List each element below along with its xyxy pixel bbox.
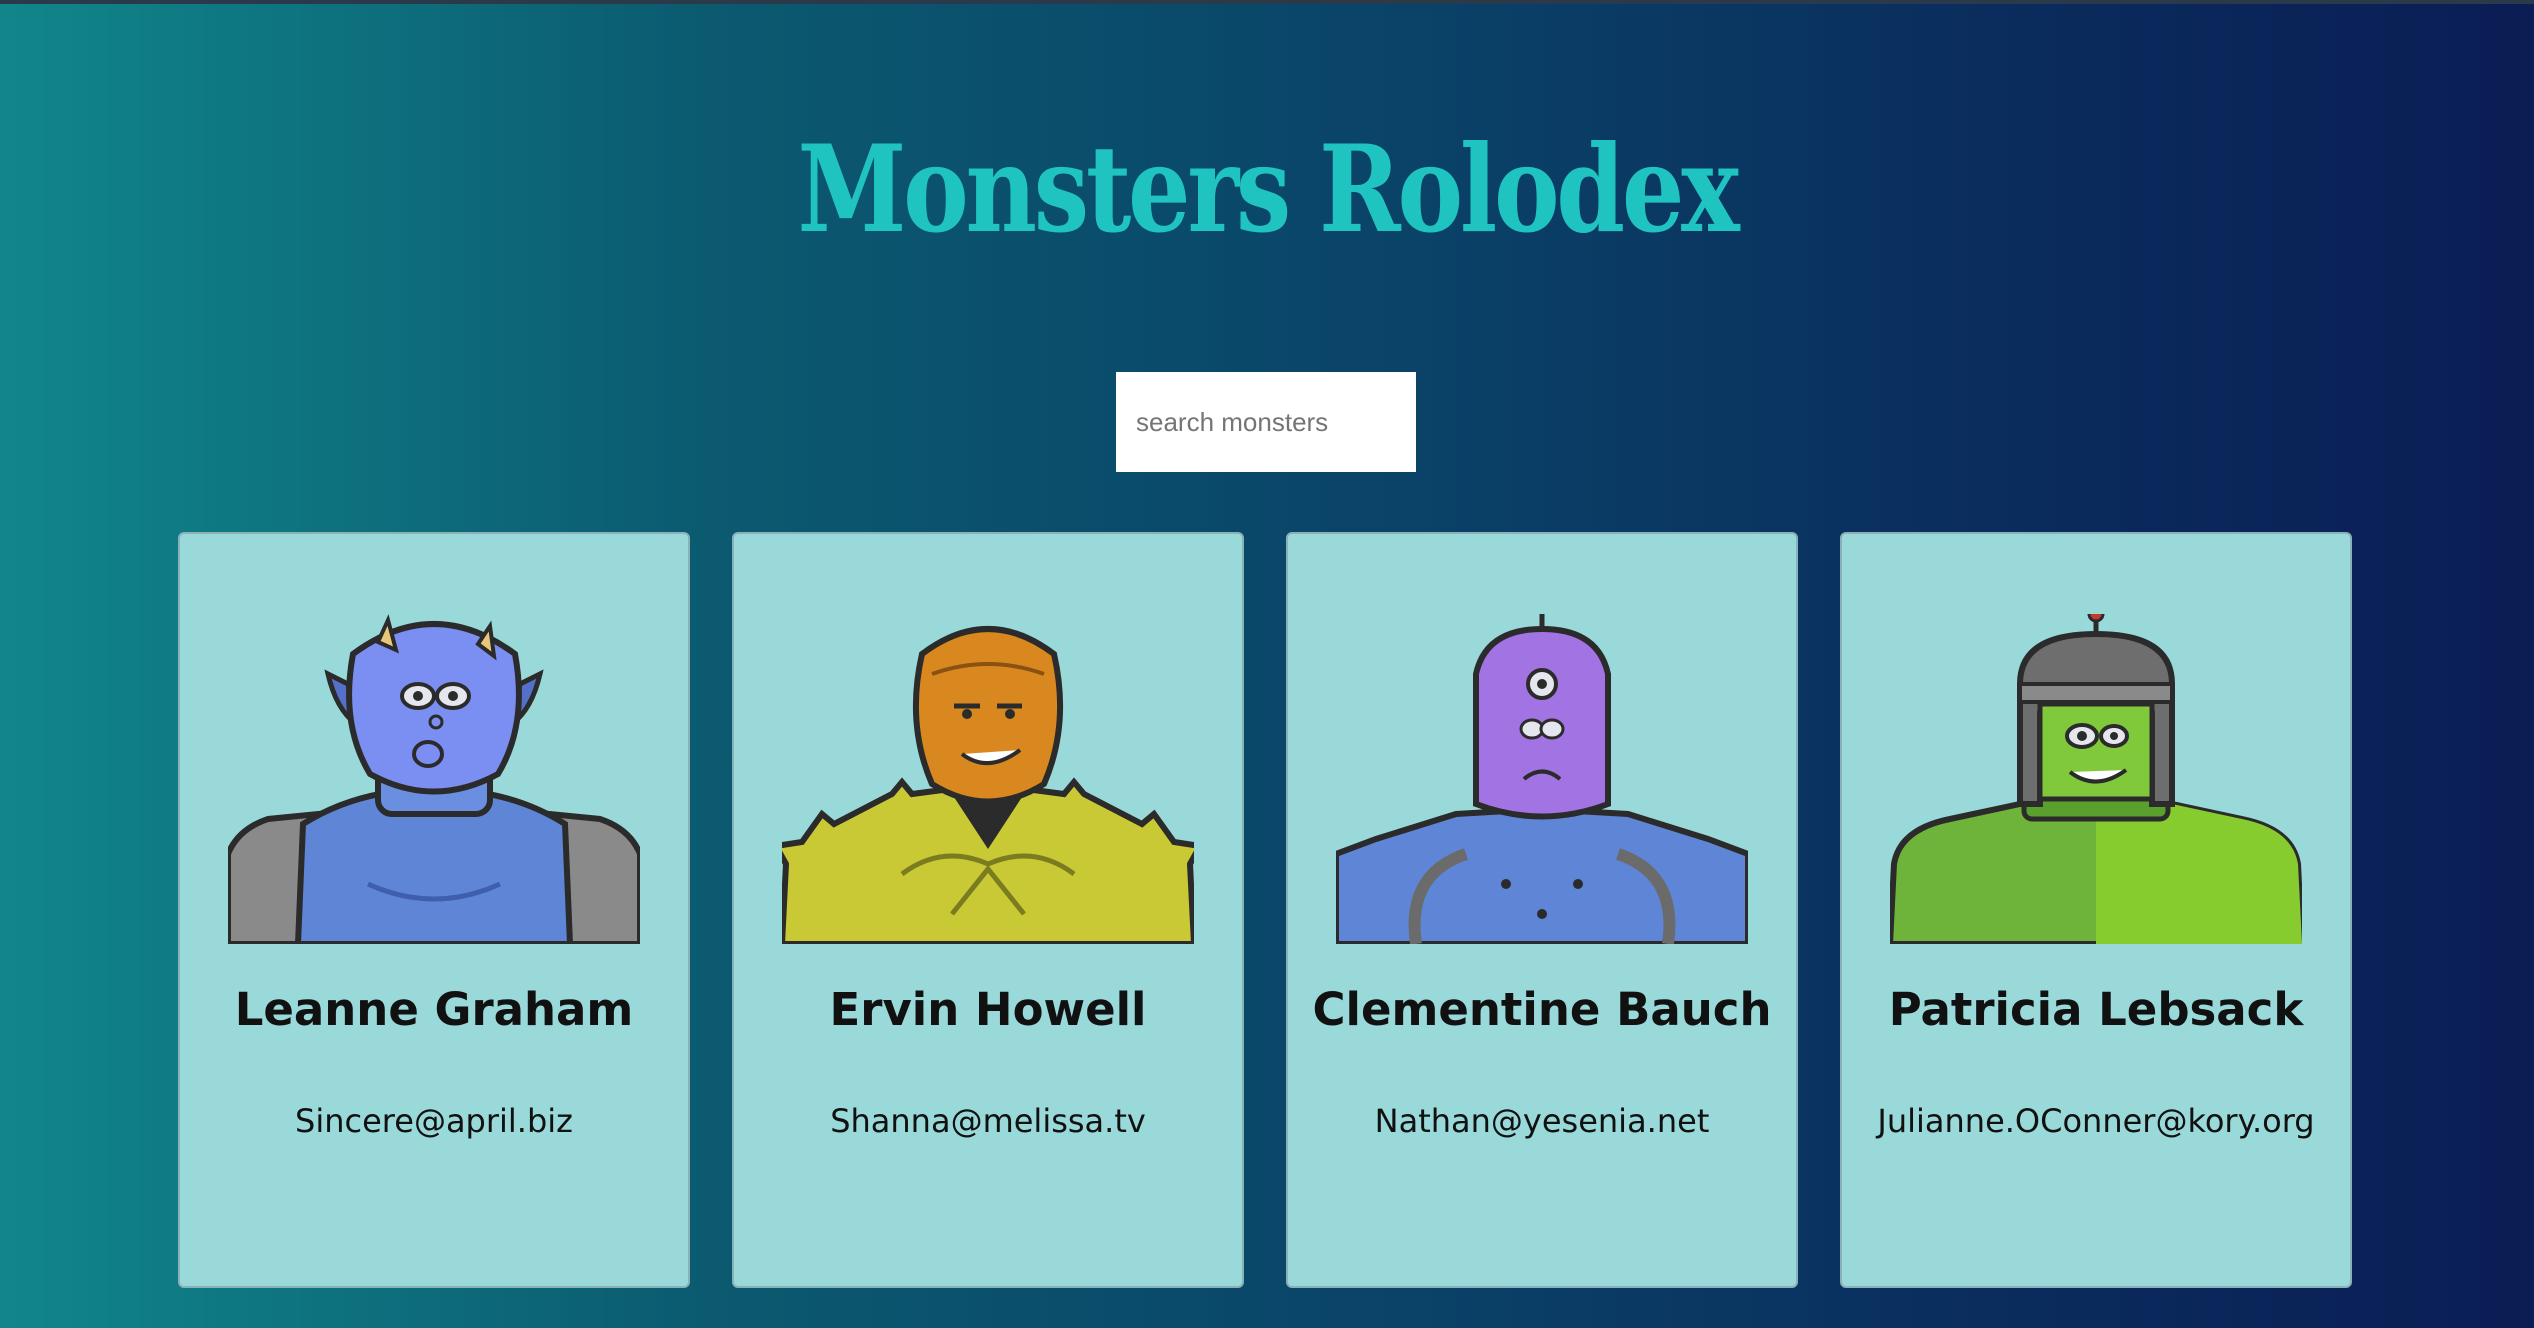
monster-card[interactable]: Clementine Bauch Nathan@yesenia.net — [1286, 532, 1798, 1288]
window-top-border — [0, 0, 2534, 4]
monster-name: Patricia Lebsack — [1888, 983, 2304, 1036]
page-title: Monsters Rolodex — [797, 119, 1739, 260]
monster-card[interactable]: Patricia Lebsack Julianne.OConner@kory.o… — [1840, 532, 2352, 1288]
card-list: Leanne Graham Sincere@april.biz Ervin Ho… — [178, 532, 2356, 1288]
monster-avatar-icon — [1336, 614, 1748, 944]
monster-avatar-icon — [228, 614, 640, 944]
monster-name: Ervin Howell — [829, 983, 1147, 1036]
monster-card[interactable]: Ervin Howell Shanna@melissa.tv — [732, 532, 1244, 1288]
monster-card[interactable]: Leanne Graham Sincere@april.biz — [178, 532, 690, 1288]
monster-avatar-icon — [1890, 614, 2302, 944]
monster-name: Clementine Bauch — [1312, 983, 1772, 1036]
monster-email: Sincere@april.biz — [295, 1102, 573, 1140]
monster-email: Nathan@yesenia.net — [1374, 1102, 1710, 1140]
monster-email: Julianne.OConner@kory.org — [1877, 1102, 2315, 1140]
monster-email: Shanna@melissa.tv — [830, 1102, 1146, 1140]
monster-avatar-icon — [782, 626, 1194, 944]
monster-name: Leanne Graham — [234, 983, 634, 1036]
search-input[interactable] — [1116, 372, 1416, 472]
